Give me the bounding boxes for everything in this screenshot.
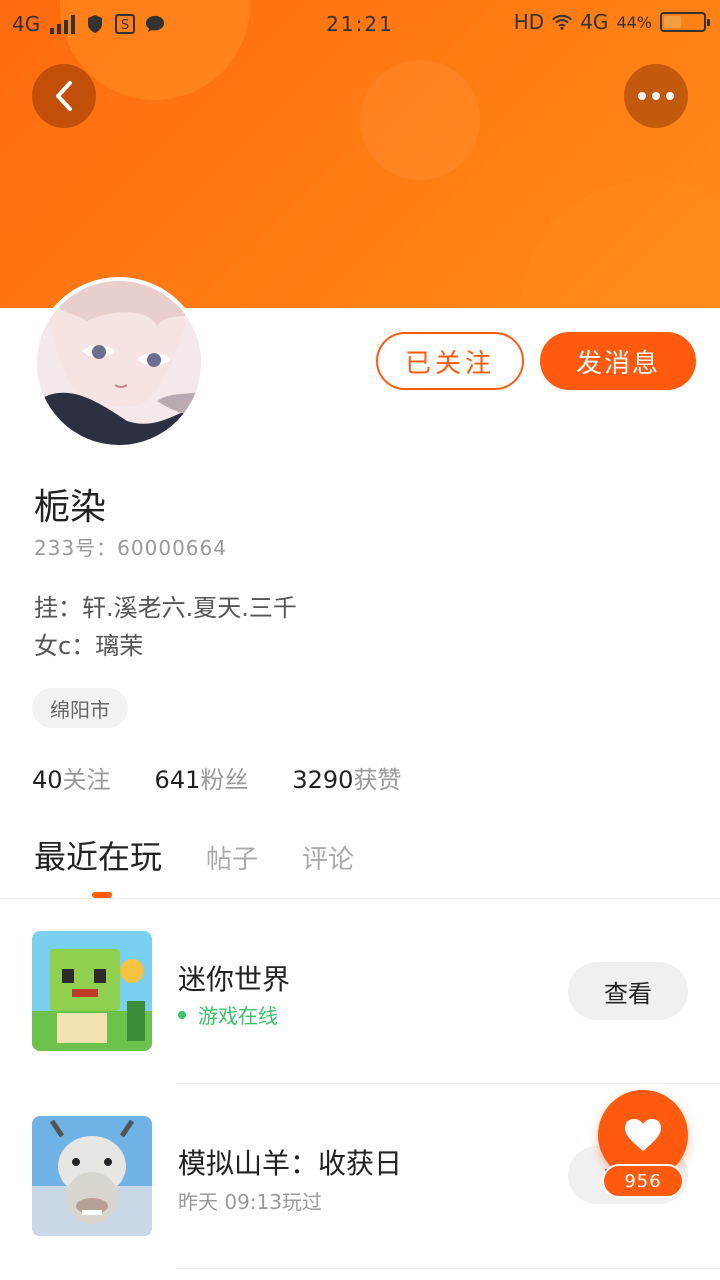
user-id: 233号：60000664: [34, 536, 227, 560]
send-message-button[interactable]: 发消息: [540, 332, 696, 390]
battery-percent: 44%: [616, 12, 652, 32]
followed-button[interactable]: 已关注: [376, 332, 524, 390]
status-bar: 4G S 21:21 HD 4G 44%: [0, 0, 720, 48]
bio-line: 女c：璃茉: [34, 632, 144, 660]
header-decoration: [360, 60, 480, 180]
game-title: 迷你世界: [178, 963, 291, 996]
divider: [176, 1083, 720, 1084]
profile-stats: 40关注 641粉丝 3290获赞: [32, 760, 401, 795]
tab-recently-played[interactable]: 最近在玩: [34, 832, 162, 878]
back-button[interactable]: [32, 64, 96, 128]
avatar[interactable]: [33, 277, 205, 449]
header-decoration: [520, 180, 720, 308]
stat-likes: 3290获赞: [292, 766, 402, 794]
more-dots-icon: [638, 92, 674, 100]
list-item[interactable]: 迷你世界 游戏在线 查看: [0, 916, 720, 1066]
stat-fans[interactable]: 641粉丝: [155, 760, 249, 795]
tab-comments[interactable]: 评论: [302, 839, 354, 876]
game-online-status: 游戏在线: [178, 1000, 278, 1029]
tab-posts[interactable]: 帖子: [206, 839, 258, 876]
view-game-button[interactable]: 查看: [568, 962, 688, 1020]
stat-following[interactable]: 40关注: [32, 760, 111, 795]
divider: [176, 1268, 720, 1269]
heart-icon: [625, 1119, 661, 1151]
location-tag: 绵阳市: [32, 688, 128, 728]
chevron-left-icon: [56, 81, 72, 111]
profile-tabs: 最近在玩 帖子 评论: [34, 832, 398, 878]
anime-avatar-image: [37, 281, 201, 445]
divider: [0, 898, 720, 899]
wifi-icon: [552, 12, 573, 32]
like-count-badge: 956: [602, 1164, 684, 1198]
username: 栀染: [34, 487, 107, 528]
last-played-time: 昨天 09:13玩过: [178, 1190, 322, 1214]
status-right: HD 4G 44%: [513, 10, 710, 34]
game-title: 模拟山羊：收获日: [178, 1147, 403, 1180]
bio-line: 挂：轩.溪老六.夏天.三千: [34, 594, 297, 622]
battery-icon: [660, 12, 710, 32]
game-icon-goat-simulator: [32, 1116, 152, 1236]
more-options-button[interactable]: [624, 64, 688, 128]
online-dot-icon: [178, 1010, 186, 1019]
game-icon-mini-world: [32, 931, 152, 1051]
hd-label: HD: [513, 10, 545, 34]
network-label: 4G: [580, 10, 609, 34]
